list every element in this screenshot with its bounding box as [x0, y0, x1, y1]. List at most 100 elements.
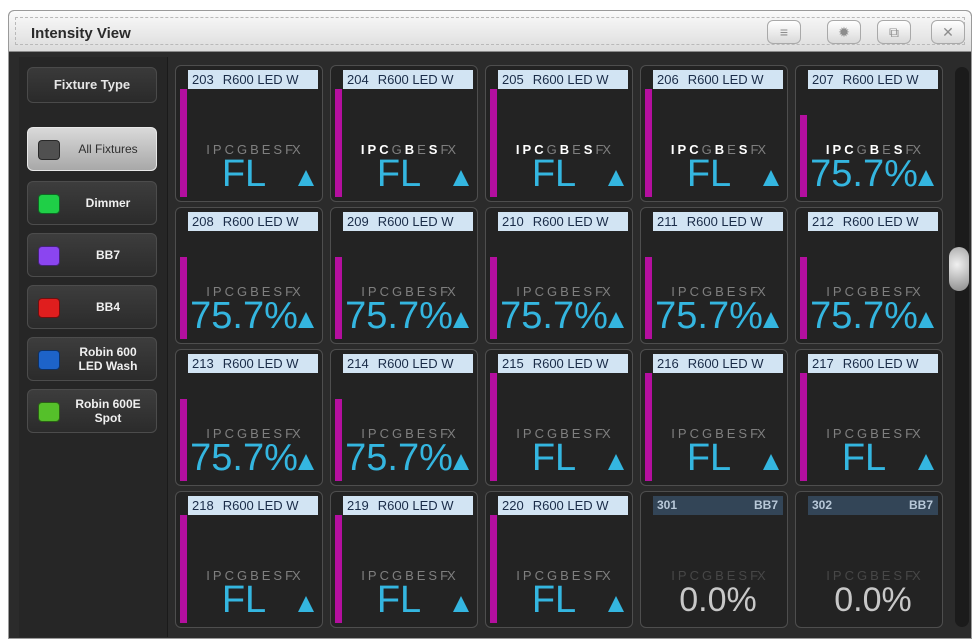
fixture-tile[interactable]: 209 R600 LED W IPCGBESFX 75.7% — [330, 207, 478, 344]
intensity-value: 75.7% — [190, 295, 298, 337]
level-up-arrow-icon — [453, 596, 469, 612]
fixture-type-sidebar: Fixture Type All Fixtures Dimmer BB7 BB4 Rob… — [19, 57, 168, 637]
fixture-type-name: R600 LED W — [222, 72, 299, 87]
fixture-tile[interactable]: 203 R600 LED W IPCGBESFX FL — [175, 65, 323, 202]
intensity-value: 75.7% — [190, 437, 298, 479]
fixture-header: 216 R600 LED W — [653, 354, 783, 373]
level-up-arrow-icon — [918, 170, 934, 186]
fixture-tile[interactable]: 214 R600 LED W IPCGBESFX 75.7% — [330, 349, 478, 486]
fixture-header: 212 R600 LED W — [808, 212, 938, 231]
fixture-type-button[interactable]: Robin 600 LED Wash — [27, 337, 157, 381]
close-button[interactable]: ✕ — [931, 20, 965, 44]
intensity-value: FL — [376, 579, 422, 621]
fixture-header: 215 R600 LED W — [498, 354, 628, 373]
fixture-tile[interactable]: 205 R600 LED W IPCGBESFX FL — [485, 65, 633, 202]
fixture-type-label: Robin 600E Spot — [75, 397, 141, 425]
fixture-type-name: R600 LED W — [532, 214, 609, 229]
intensity-view-window: Intensity View ≡ ✹ ⧉ ✕ Fixture Type All … — [8, 10, 972, 639]
vertical-scrollbar[interactable] — [949, 67, 969, 627]
intensity-level-bar — [335, 515, 342, 623]
fixture-number: 216 — [657, 356, 679, 371]
fixture-type-name: R600 LED W — [222, 214, 299, 229]
fixture-type-label: Robin 600 LED Wash — [78, 345, 138, 373]
fixture-number: 302 — [812, 498, 833, 512]
intensity-value: FL — [686, 153, 732, 195]
fixture-header: 211 R600 LED W — [653, 212, 783, 231]
intensity-level-bar — [180, 89, 187, 197]
fixture-tile[interactable]: 217 R600 LED W IPCGBESFX FL — [795, 349, 943, 486]
fixture-tile[interactable]: 220 R600 LED W IPCGBESFX FL — [485, 491, 633, 628]
fixture-type-name: R600 LED W — [377, 498, 454, 513]
fixture-tile[interactable]: 210 R600 LED W IPCGBESFX 75.7% — [485, 207, 633, 344]
fixture-tile[interactable]: 216 R600 LED W IPCGBESFX FL — [640, 349, 788, 486]
fixture-type-swatch — [38, 350, 60, 370]
fixture-type-name: R600 LED W — [842, 72, 919, 87]
fixture-tile[interactable]: 215 R600 LED W IPCGBESFX FL — [485, 349, 633, 486]
fixture-tile[interactable]: 301 BB7 IPCGBESFX 0.0% — [640, 491, 788, 628]
fixture-tile[interactable]: 218 R600 LED W IPCGBESFX FL — [175, 491, 323, 628]
fixture-number: 208 — [192, 214, 214, 229]
fixture-tile[interactable]: 204 R600 LED W IPCGBESFX FL — [330, 65, 478, 202]
fixture-type-button[interactable]: Robin 600E Spot — [27, 389, 157, 433]
fixture-type-name: R600 LED W — [687, 356, 764, 371]
fixture-header: 301 BB7 — [653, 496, 783, 515]
fixture-type-swatch — [38, 402, 60, 422]
fixture-number: 214 — [347, 356, 369, 371]
level-up-arrow-icon — [298, 596, 314, 612]
intensity-value: 75.7% — [345, 295, 453, 337]
fixture-tile[interactable]: 213 R600 LED W IPCGBESFX 75.7% — [175, 349, 323, 486]
intensity-value: FL — [531, 437, 577, 479]
intensity-level-bar — [180, 515, 187, 623]
fixture-type-name: R600 LED W — [842, 214, 919, 229]
fixture-tile[interactable]: 208 R600 LED W IPCGBESFX 75.7% — [175, 207, 323, 344]
fixture-type-label: All Fixtures — [78, 142, 138, 156]
menu-button[interactable]: ≡ — [767, 20, 801, 44]
fixture-type-swatch — [38, 140, 60, 160]
intensity-value: FL — [531, 153, 577, 195]
intensity-value: 75.7% — [500, 295, 608, 337]
fixture-number: 205 — [502, 72, 524, 87]
fixture-type-button[interactable]: Dimmer — [27, 181, 157, 225]
fixture-number: 219 — [347, 498, 369, 513]
fixture-number: 203 — [192, 72, 214, 87]
fixture-tile[interactable]: 302 BB7 IPCGBESFX 0.0% — [795, 491, 943, 628]
fixture-tile[interactable]: 211 R600 LED W IPCGBESFX 75.7% — [640, 207, 788, 344]
fixture-type-name: R600 LED W — [532, 72, 609, 87]
fixture-header: 206 R600 LED W — [653, 70, 783, 89]
fixture-number: 204 — [347, 72, 369, 87]
fixture-header: 213 R600 LED W — [188, 354, 318, 373]
fixture-number: 218 — [192, 498, 214, 513]
level-up-arrow-icon — [763, 454, 779, 470]
fixture-type-button[interactable]: All Fixtures — [27, 127, 157, 171]
intensity-level-bar — [490, 373, 497, 481]
fixture-type-button[interactable]: BB4 — [27, 285, 157, 329]
level-up-arrow-icon — [298, 170, 314, 186]
scrollbar-thumb[interactable] — [949, 247, 969, 291]
fixture-tile[interactable]: 212 R600 LED W IPCGBESFX 75.7% — [795, 207, 943, 344]
fixture-header: 220 R600 LED W — [498, 496, 628, 515]
settings-button[interactable]: ✹ — [827, 20, 861, 44]
fixture-type-name: BB7 — [753, 498, 778, 512]
fixture-tile[interactable]: 206 R600 LED W IPCGBESFX FL — [640, 65, 788, 202]
intensity-level-bar — [335, 399, 342, 481]
intensity-value: 0.0% — [834, 581, 912, 619]
fixture-type-button[interactable]: BB7 — [27, 233, 157, 277]
intensity-value: FL — [531, 579, 577, 621]
fixture-type-name: R600 LED W — [532, 356, 609, 371]
level-up-arrow-icon — [918, 312, 934, 328]
fixture-header: 218 R600 LED W — [188, 496, 318, 515]
fixture-type-name: R600 LED W — [222, 356, 299, 371]
fixture-number: 206 — [657, 72, 679, 87]
level-up-arrow-icon — [298, 312, 314, 328]
level-up-arrow-icon — [763, 312, 779, 328]
intensity-level-bar — [180, 257, 187, 339]
fixture-type-name: R600 LED W — [687, 72, 764, 87]
fixture-tile[interactable]: 207 R600 LED W IPCGBESFX 75.7% — [795, 65, 943, 202]
intensity-level-bar — [335, 89, 342, 197]
intensity-level-bar — [800, 257, 807, 339]
title-bar-frame — [15, 17, 965, 45]
fixture-header: 204 R600 LED W — [343, 70, 473, 89]
maximize-button[interactable]: ⧉ — [877, 20, 911, 44]
fixture-tile[interactable]: 219 R600 LED W IPCGBESFX FL — [330, 491, 478, 628]
fixture-type-name: R600 LED W — [377, 214, 454, 229]
